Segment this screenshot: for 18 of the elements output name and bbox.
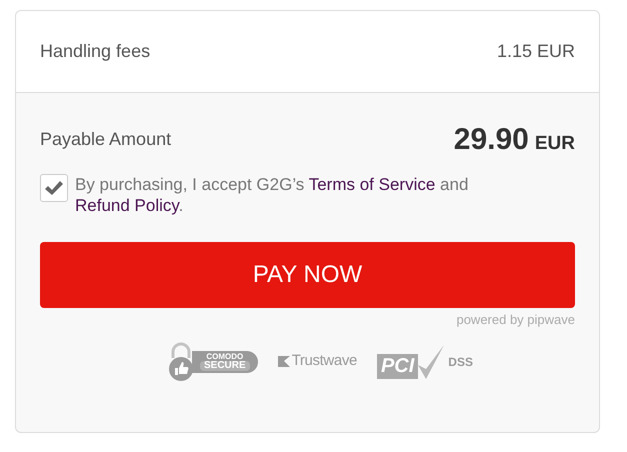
fee-value: 1.15 EUR (496, 40, 575, 63)
currency-label: EUR (534, 132, 575, 156)
consent-text: By purchasing, I accept G2G’s Terms of Service and Refund Policy. (75, 174, 470, 216)
checkmark-icon (44, 180, 64, 196)
badge-label: COMODO (206, 352, 244, 360)
policy-link[interactable]: Terms of Service (308, 175, 436, 194)
badge-label: SECURE (200, 360, 250, 370)
consent-checkbox[interactable] (40, 174, 68, 202)
brand-logo-text: Trustwave (292, 351, 357, 372)
brand-logo-text: PCI (376, 354, 418, 378)
payable-amount: 29.90 (454, 122, 529, 158)
payable-label: Payable Amount (40, 128, 172, 151)
policy-link[interactable]: Refund Policy (75, 196, 179, 215)
pay-now-button[interactable]: PAY NOW (40, 242, 575, 308)
fee-label: Handling fees (40, 40, 150, 63)
brand-logo-text: DSS (448, 354, 473, 370)
powered-by-text: powered by pipwave (456, 311, 575, 329)
checkmark-icon (418, 344, 444, 378)
